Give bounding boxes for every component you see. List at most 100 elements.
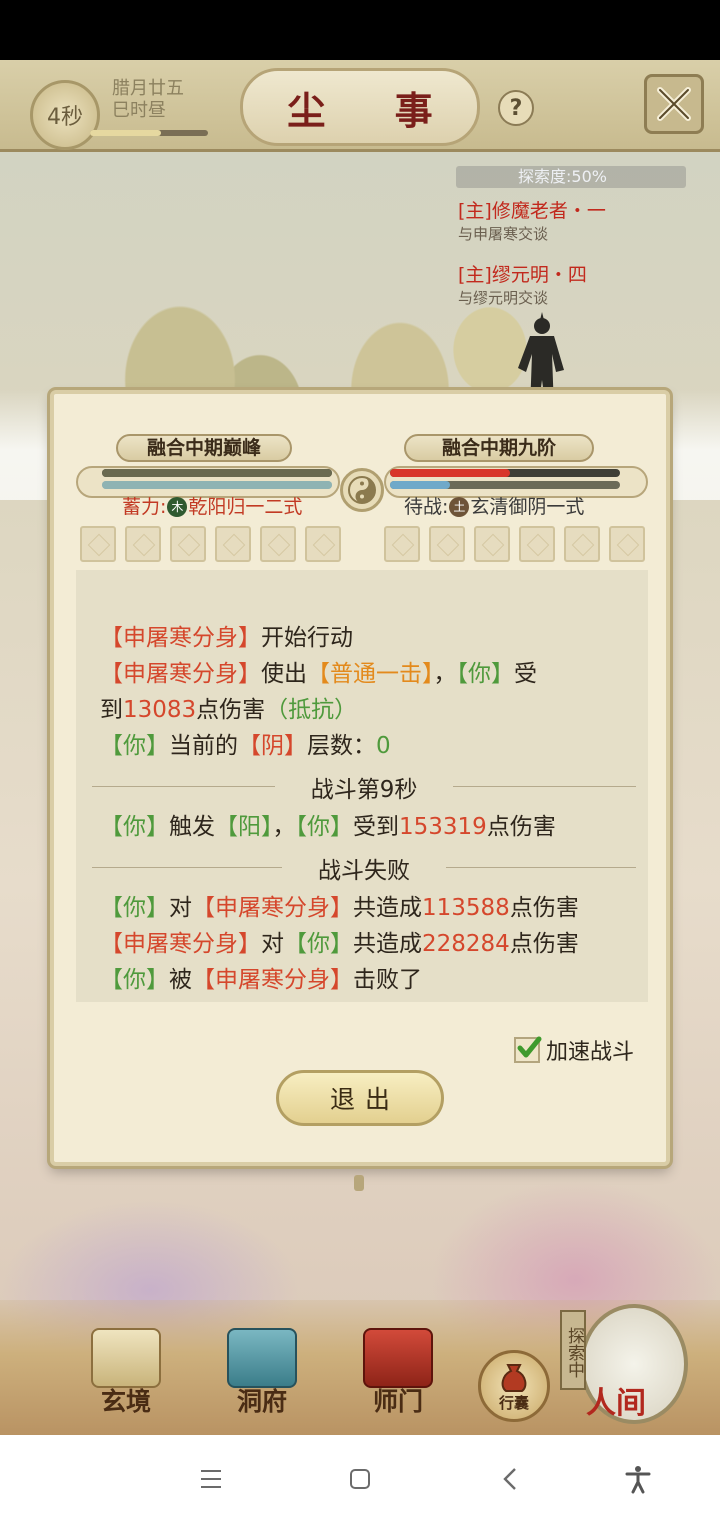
- enemy-mp-bar: [390, 481, 620, 489]
- buff-slot: [609, 526, 645, 562]
- quest-item[interactable]: [主]修魔老者・一 与申屠寒交谈: [458, 198, 688, 244]
- log-text: 共造成: [353, 895, 422, 921]
- help-button[interactable]: ?: [498, 90, 534, 126]
- player-name: 【你】: [100, 733, 169, 759]
- enemy-skill-status: 待战: 土玄清御阴一式: [404, 494, 584, 520]
- damage-value: 153319: [399, 814, 487, 840]
- yin-yang-icon: [348, 476, 376, 504]
- log-divider: 战斗第9秒: [92, 764, 636, 809]
- pouch-icon: [501, 1364, 527, 1392]
- log-divider: 战斗失败: [92, 845, 636, 890]
- resist-tag: （抵抗）: [265, 697, 358, 723]
- player-name: 【你】: [100, 967, 169, 993]
- buff-slot: [429, 526, 465, 562]
- lantern-icon: [227, 1328, 297, 1388]
- enemy-name: 【申屠寒分身】: [192, 967, 353, 993]
- nav-xuanjing[interactable]: 玄境: [76, 1328, 176, 1428]
- quest-title: [主]修魔老者・一: [458, 200, 606, 222]
- back-icon: [503, 1468, 516, 1490]
- skill-name: 【普通一击】: [307, 661, 434, 687]
- home-button[interactable]: [342, 1461, 378, 1497]
- enemy-realm: 融合中期九阶: [404, 434, 594, 462]
- date-line: 腊月廿五: [112, 78, 184, 99]
- player-name: 【你】: [284, 931, 353, 957]
- date-display: 腊月廿五 巳时昼: [112, 78, 212, 122]
- log-text: 使出: [261, 661, 307, 687]
- timer-badge: 4秒: [30, 80, 100, 150]
- banner-icon: [363, 1328, 433, 1388]
- buff-slot: [170, 526, 206, 562]
- enemy-name: 【申屠寒分身】: [100, 931, 261, 957]
- log-text: 共造成: [353, 931, 422, 957]
- exploration-progress: 探索度:50%: [456, 166, 686, 188]
- bag-label: 行囊: [498, 1394, 529, 1412]
- log-text: 点伤害: [509, 895, 579, 921]
- log-text: 对: [261, 931, 284, 957]
- exit-button[interactable]: 退出: [276, 1070, 444, 1126]
- log-text: ，: [433, 661, 457, 687]
- buff-slot: [125, 526, 161, 562]
- enemy-skill-name: 玄清御阴一式: [470, 496, 585, 518]
- wood-element-icon: 木: [167, 497, 188, 517]
- timer-text: 4秒: [47, 105, 83, 130]
- stack-count: 0: [376, 733, 391, 759]
- player-skill-name: 乾阳归一二式: [188, 496, 303, 518]
- log-text: 击败了: [353, 967, 422, 993]
- player-mp-bar: [102, 481, 332, 489]
- speed-label: 加速战斗: [546, 1040, 635, 1065]
- log-text: 点伤害: [486, 814, 556, 840]
- player-name: 【你】: [295, 814, 354, 840]
- enemy-name: 【申屠寒分身】: [192, 895, 353, 921]
- bottom-nav: 玄境 洞府 师门 行囊 探索中 人间: [0, 1300, 720, 1435]
- buff-slot: [474, 526, 510, 562]
- buff-slot: [215, 526, 251, 562]
- back-button[interactable]: [492, 1461, 528, 1497]
- log-text: 当前的: [169, 733, 238, 759]
- battle-log[interactable]: 【申屠寒分身】开始行动 【申屠寒分身】使出【普通一击】，【你】受 到13083点…: [76, 570, 648, 1002]
- checkmark-icon: [517, 1036, 542, 1058]
- taiji-emblem: [340, 468, 384, 512]
- accessibility-button[interactable]: [620, 1461, 656, 1497]
- battle-result-dialog: 融合中期巅峰 融合中期九阶 蓄力: 木乾阳归一二式 待战: 土玄清御阴一式 【申…: [50, 390, 670, 1166]
- damage-value: 228284: [422, 931, 510, 957]
- log-text: 到: [100, 697, 123, 723]
- speed-checkbox[interactable]: [514, 1036, 542, 1063]
- quest-item[interactable]: [主]缪元明・四 与缪元明交谈: [458, 262, 688, 308]
- page-title-plaque: 尘 事: [240, 68, 480, 146]
- player-name: 【你】: [100, 814, 169, 840]
- page-title: 尘 事: [287, 87, 461, 133]
- nav-shimen[interactable]: 师门: [348, 1328, 448, 1428]
- buff-slot: [260, 526, 296, 562]
- exploration-text: 探索度:50%: [518, 167, 607, 186]
- enemy-name: 【申屠寒分身】: [100, 625, 261, 651]
- buff-slot: [564, 526, 600, 562]
- player-name: 【你】: [100, 895, 169, 921]
- log-line: 到13083点伤害（抵抗）: [100, 692, 628, 728]
- exploring-tag: 探索中: [560, 1310, 586, 1390]
- close-button[interactable]: [644, 74, 704, 134]
- log-text: 受: [514, 661, 537, 687]
- menu-button[interactable]: [193, 1461, 229, 1497]
- log-line: 【申屠寒分身】对【你】共造成228284点伤害: [100, 926, 628, 962]
- status-name: 【阴】: [238, 733, 307, 759]
- enemy-skill-prefix: 待战:: [404, 496, 449, 518]
- log-line: 【申屠寒分身】开始行动: [100, 620, 628, 656]
- nav-label: 玄境: [100, 1387, 151, 1416]
- scroll-icon: [91, 1328, 161, 1388]
- log-text: 对: [169, 895, 192, 921]
- speed-battle-toggle[interactable]: 加速战斗: [514, 1034, 634, 1066]
- bag-button[interactable]: 行囊: [478, 1350, 550, 1422]
- player-buff-slots: [80, 526, 341, 562]
- day-progress-bar: [90, 130, 208, 136]
- accessibility-icon: [625, 1466, 651, 1494]
- log-line: 【你】被【申屠寒分身】击败了: [100, 962, 628, 998]
- nav-dongfu[interactable]: 洞府: [212, 1328, 312, 1428]
- player-hp-bar: [102, 469, 332, 477]
- exit-label: 退出: [329, 1085, 400, 1114]
- world-label: 人间: [586, 1386, 646, 1421]
- log-text: 点伤害: [196, 697, 266, 723]
- battle-second: 战斗第9秒: [310, 776, 418, 803]
- player-realm: 融合中期巅峰: [116, 434, 292, 462]
- help-icon: ?: [509, 95, 523, 121]
- buff-slot: [80, 526, 116, 562]
